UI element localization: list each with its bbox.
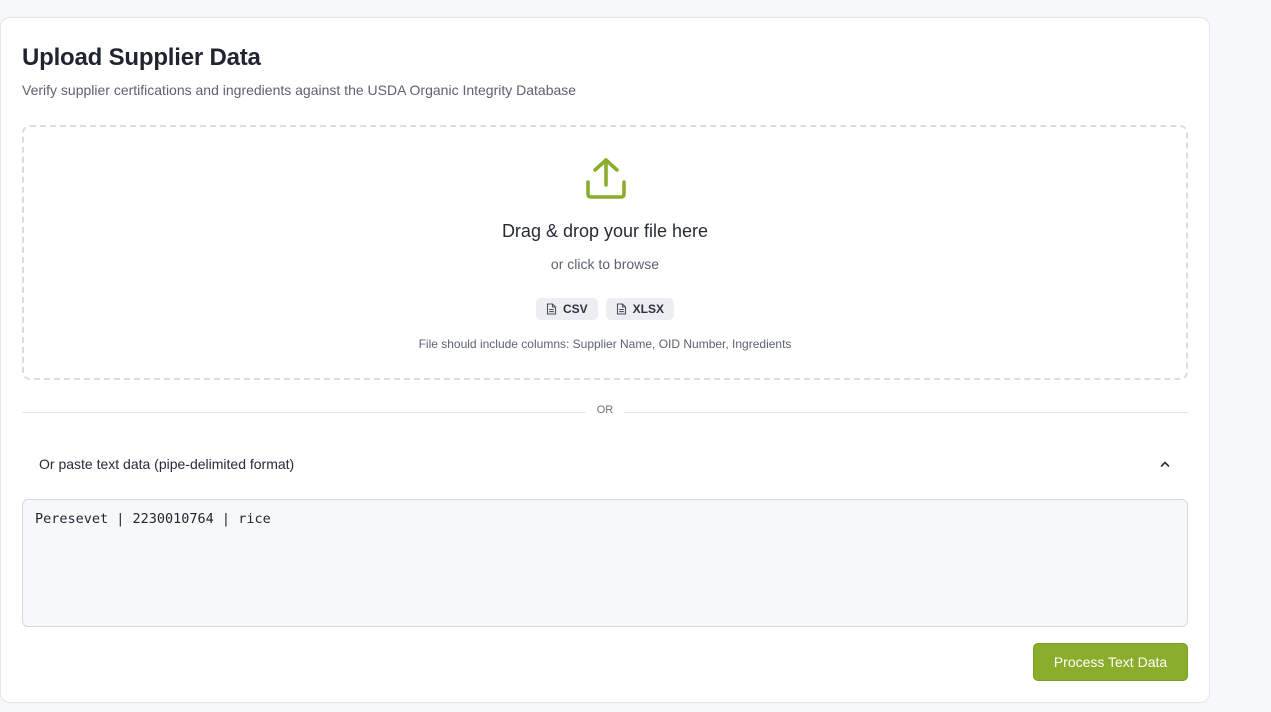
paste-data-textarea[interactable] — [22, 499, 1188, 627]
page-title: Upload Supplier Data — [22, 44, 261, 71]
paste-data-toggle[interactable]: Or paste text data (pipe-delimited forma… — [22, 447, 1188, 481]
format-badges: CSV XLSX — [24, 298, 1186, 320]
file-icon — [546, 303, 557, 315]
format-badge-xlsx: XLSX — [605, 298, 675, 320]
process-text-data-button[interactable]: Process Text Data — [1033, 643, 1188, 681]
paste-data-label: Or paste text data (pipe-delimited forma… — [39, 456, 295, 472]
dropzone-title: Drag & drop your file here — [501, 221, 709, 241]
file-dropzone[interactable]: Drag & drop your file here or click to b… — [22, 125, 1188, 380]
dropzone-browse-text: or click to browse — [550, 256, 660, 272]
page-subtitle: Verify supplier certifications and ingre… — [22, 82, 577, 98]
format-badge-label: XLSX — [632, 302, 665, 316]
chevron-up-icon — [1160, 461, 1170, 467]
upload-icon — [586, 158, 626, 199]
format-badge-csv: CSV — [535, 298, 598, 320]
dropzone-column-note: File should include columns: Supplier Na… — [418, 337, 792, 351]
file-icon — [616, 303, 626, 315]
or-divider-label: OR — [586, 404, 624, 416]
format-badge-label: CSV — [562, 302, 588, 316]
upload-card: Upload Supplier Data Verify supplier cer… — [0, 17, 1210, 703]
